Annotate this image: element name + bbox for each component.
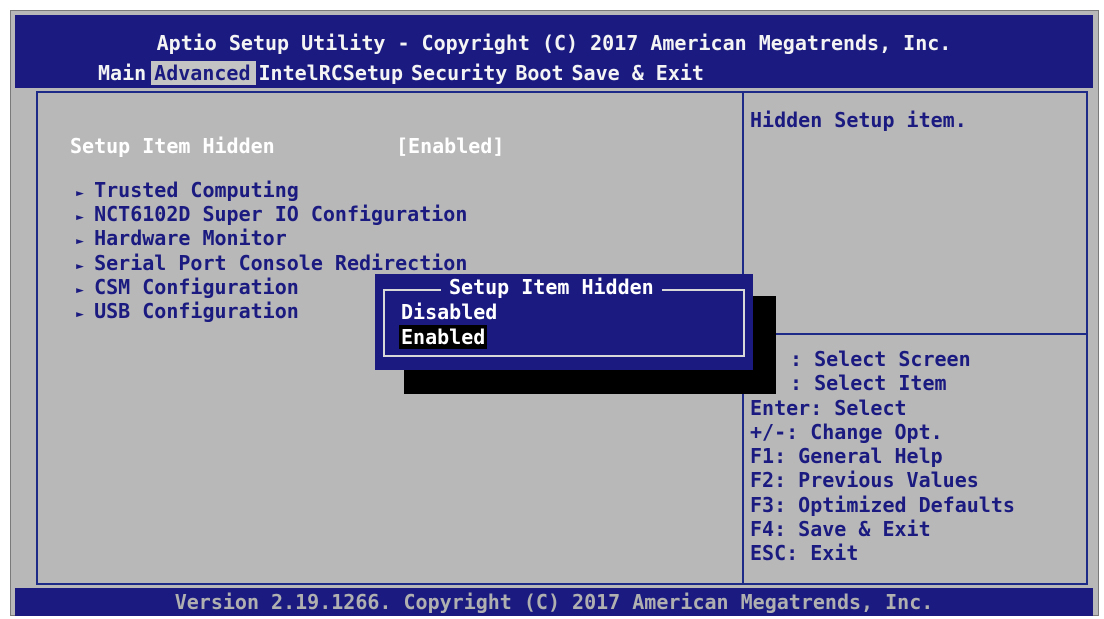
popup-option-enabled[interactable]: Enabled xyxy=(399,325,488,349)
menu-item-hardware-monitor[interactable]: ► Hardware Monitor xyxy=(52,202,287,250)
key-help-f3: F3: Optimized Defaults xyxy=(750,493,1015,517)
tab-main[interactable]: Main xyxy=(95,61,151,85)
menu-item-csm-configuration[interactable]: ► CSM Configuration xyxy=(52,251,299,299)
tab-security[interactable]: Security xyxy=(408,61,512,85)
key-help-select-screen: : Select Screen xyxy=(790,347,971,371)
key-help-change-opt: +/-: Change Opt. xyxy=(750,420,943,444)
key-help-f4: F4: Save & Exit xyxy=(750,517,931,541)
menu-item-label: USB Configuration xyxy=(94,299,299,323)
setup-item-hidden-value[interactable]: [Enabled] xyxy=(396,134,504,158)
popup-title: Setup Item Hidden xyxy=(441,275,662,299)
key-help-esc: ESC: Exit xyxy=(750,541,859,565)
title-bar: Aptio Setup Utility - Copyright (C) 2017… xyxy=(15,15,1093,88)
menu-item-super-io[interactable]: ► NCT6102D Super IO Configuration xyxy=(52,178,467,226)
version-footer: Version 2.19.1266. Copyright (C) 2017 Am… xyxy=(15,588,1093,616)
key-help-enter: Enter: Select xyxy=(750,396,907,420)
tab-intelrcsetup[interactable]: IntelRCSetup xyxy=(256,61,409,85)
submenu-arrow-icon: ► xyxy=(76,307,84,322)
tab-save-exit[interactable]: Save & Exit xyxy=(569,61,709,85)
item-help-text: Hidden Setup item. xyxy=(750,108,967,132)
key-help-f2: F2: Previous Values xyxy=(750,468,979,492)
menu-item-serial-console[interactable]: ► Serial Port Console Redirection xyxy=(52,227,467,275)
menu-item-trusted-computing[interactable]: ► Trusted Computing xyxy=(52,154,299,202)
tab-advanced[interactable]: Advanced xyxy=(151,61,256,85)
popup-option-disabled[interactable]: Disabled xyxy=(399,300,499,324)
help-divider xyxy=(742,333,1088,335)
setup-item-hidden-popup: Setup Item Hidden Disabled Enabled xyxy=(375,274,753,370)
tab-boot[interactable]: Boot xyxy=(512,61,568,85)
menu-tabs: Main Advanced IntelRCSetup Security Boot… xyxy=(95,61,709,85)
menu-item-usb-configuration[interactable]: ► USB Configuration xyxy=(52,275,299,323)
key-help-select-item: : Select Item xyxy=(790,371,947,395)
key-help-f1: F1: General Help xyxy=(750,444,943,468)
app-title: Aptio Setup Utility - Copyright (C) 2017… xyxy=(156,31,952,55)
